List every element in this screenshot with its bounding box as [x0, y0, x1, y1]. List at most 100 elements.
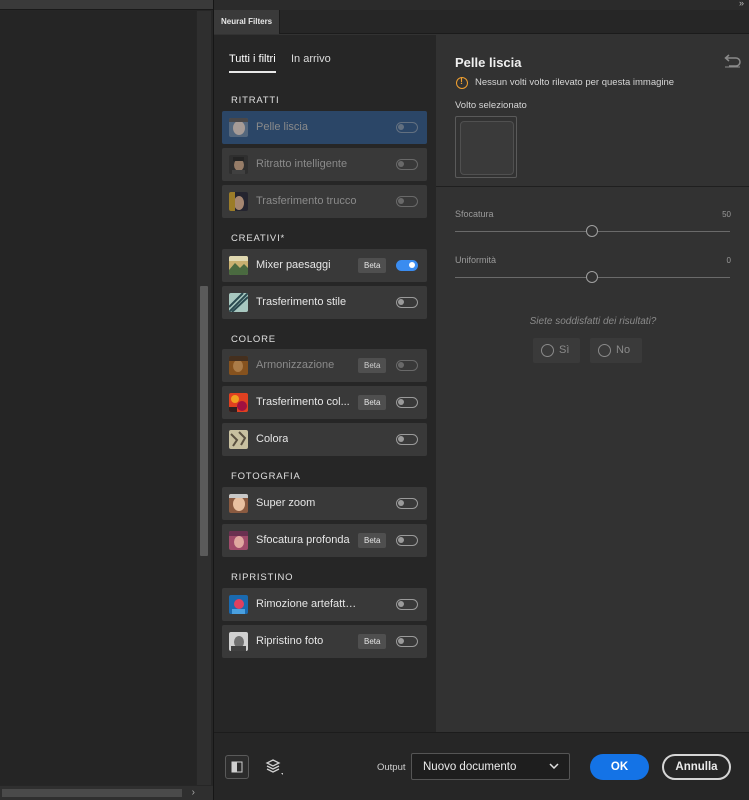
reset-parameters-icon[interactable]: [723, 54, 741, 68]
smoothness-slider-label: Uniformità: [455, 255, 497, 265]
filter-label: Super zoom: [256, 497, 316, 509]
filter-row-colorize[interactable]: Colora: [222, 423, 427, 456]
collapse-panel-icon[interactable]: »: [739, 0, 744, 8]
filter-label: Ripristino foto: [256, 635, 324, 647]
tab-all-filters[interactable]: Tutti i filtri: [229, 53, 276, 73]
cancel-button[interactable]: Annulla: [662, 754, 731, 780]
vertical-scrollbar[interactable]: [197, 11, 211, 785]
feedback-no-label: No: [616, 344, 631, 356]
ok-button[interactable]: OK: [590, 754, 649, 780]
split-view-icon: [231, 761, 243, 773]
harmonize-thumbnail-icon: [229, 356, 248, 375]
color-transfer-thumbnail-icon: [229, 393, 248, 412]
smile-icon: [541, 344, 554, 357]
beta-badge: Beta: [358, 533, 387, 548]
filter-label: Trasferimento col...: [256, 396, 350, 408]
panel-tab-neural-filters[interactable]: Neural Filters: [214, 10, 281, 34]
filter-toggle[interactable]: [396, 122, 418, 133]
vertical-scroll-thumb[interactable]: [200, 286, 208, 556]
portrait-man-thumbnail-icon: [229, 155, 248, 174]
warning-message: Nessun volti volto rilevato per questa i…: [475, 77, 675, 88]
neural-filters-panel: » Neural Filters Tutti i filtri In arriv…: [213, 0, 749, 800]
layer-preview-button[interactable]: [264, 757, 284, 777]
feedback-yes-label: Sì: [559, 344, 570, 356]
settings-divider: [436, 186, 749, 187]
filter-toggle[interactable]: [396, 535, 418, 546]
panel-tab-bar: Neural Filters: [214, 10, 749, 34]
filter-row-harmonization[interactable]: Armonizzazione Beta: [222, 349, 427, 382]
output-label: Output: [377, 762, 406, 773]
blur-slider-handle[interactable]: [586, 225, 598, 237]
filter-toggle[interactable]: [396, 636, 418, 647]
filter-toggle[interactable]: [396, 498, 418, 509]
panel-header-strip: »: [214, 0, 749, 10]
filter-toggle[interactable]: [396, 297, 418, 308]
filter-row-photo-restoration[interactable]: Ripristino foto Beta: [222, 625, 427, 658]
filter-toggle[interactable]: [396, 159, 418, 170]
filter-label: Trasferimento trucco: [256, 195, 357, 207]
beta-badge: Beta: [358, 395, 387, 410]
filter-row-smart-portrait[interactable]: Ritratto intelligente: [222, 148, 427, 181]
jpeg-artifacts-thumbnail-icon: [229, 595, 248, 614]
before-after-compare-button[interactable]: [225, 755, 249, 779]
document-canvas-area: ›: [0, 0, 213, 800]
filter-label: Armonizzazione: [256, 359, 335, 371]
output-select-value: Nuovo documento: [423, 761, 517, 773]
filter-settings-pane: Pelle liscia Nessun volti volto rilevato…: [436, 35, 749, 732]
filter-label: Colora: [256, 433, 289, 445]
tab-coming-soon[interactable]: In arrivo: [291, 53, 331, 65]
canvas-top-bar: [0, 0, 213, 10]
horizontal-scrollbar[interactable]: ›: [0, 786, 213, 800]
makeup-face-thumbnail-icon: [229, 192, 248, 211]
section-title-photography: FOTOGRAFIA: [231, 471, 301, 482]
filter-row-depth-blur[interactable]: Sfocatura profonda Beta: [222, 524, 427, 557]
section-title-restoration: RIPRISTINO: [231, 572, 294, 583]
document-canvas[interactable]: [0, 11, 196, 785]
beta-badge: Beta: [358, 634, 387, 649]
filter-row-landscape-mixer[interactable]: Mixer paesaggi Beta: [222, 249, 427, 282]
frown-icon: [598, 344, 611, 357]
filter-toggle[interactable]: [396, 260, 418, 271]
filter-toggle[interactable]: [396, 360, 418, 371]
chevron-down-icon: [549, 763, 559, 769]
photo-restoration-thumbnail-icon: [229, 632, 248, 651]
filter-row-makeup-transfer[interactable]: Trasferimento trucco: [222, 185, 427, 218]
landscape-thumbnail-icon: [229, 256, 248, 275]
horizontal-scroll-thumb[interactable]: [2, 789, 182, 797]
feedback-yes-button[interactable]: Sì: [533, 338, 580, 363]
super-zoom-thumbnail-icon: [229, 494, 248, 513]
filter-row-style-transfer[interactable]: Trasferimento stile: [222, 286, 427, 319]
output-select[interactable]: Nuovo documento: [411, 753, 570, 780]
beta-badge: Beta: [358, 258, 387, 273]
section-title-creative: CREATIVI*: [231, 233, 286, 244]
filter-toggle[interactable]: [396, 434, 418, 445]
smoothness-slider-handle[interactable]: [586, 271, 598, 283]
blur-slider-value: 50: [722, 210, 731, 219]
portrait-face-thumbnail-icon: [229, 118, 248, 137]
filter-toggle[interactable]: [396, 599, 418, 610]
filter-list: Tutti i filtri In arrivo RITRATTI Pelle …: [214, 35, 436, 732]
filter-label: Sfocatura profonda: [256, 534, 350, 546]
filter-row-super-zoom[interactable]: Super zoom: [222, 487, 427, 520]
style-art-thumbnail-icon: [229, 293, 248, 312]
filter-toggle[interactable]: [396, 196, 418, 207]
filter-row-smooth-skin[interactable]: Pelle liscia: [222, 111, 427, 144]
panel-footer: Output Nuovo documento OK Annulla: [214, 732, 749, 800]
section-title-portraits: RITRATTI: [231, 95, 280, 106]
filter-row-color-transfer[interactable]: Trasferimento col... Beta: [222, 386, 427, 419]
feedback-no-button[interactable]: No: [590, 338, 642, 363]
filter-label: Rimozione artefatti JPEG: [256, 598, 358, 610]
feedback-question: Siete soddisfatti dei risultati?: [529, 316, 657, 327]
filter-label: Ritratto intelligente: [256, 158, 348, 170]
selected-face-thumbnail[interactable]: [455, 116, 517, 178]
filter-label: Pelle liscia: [256, 121, 308, 133]
settings-title: Pelle liscia: [455, 55, 522, 70]
beta-badge: Beta: [358, 358, 387, 373]
filter-toggle[interactable]: [396, 397, 418, 408]
warning-icon: [456, 76, 468, 89]
section-title-color: COLORE: [231, 334, 276, 345]
selected-face-label: Volto selezionato: [455, 100, 527, 111]
filter-row-jpeg-artifacts-removal[interactable]: Rimozione artefatti JPEG: [222, 588, 427, 621]
layers-icon: [265, 759, 283, 775]
scroll-right-arrow-icon[interactable]: ›: [192, 786, 195, 800]
